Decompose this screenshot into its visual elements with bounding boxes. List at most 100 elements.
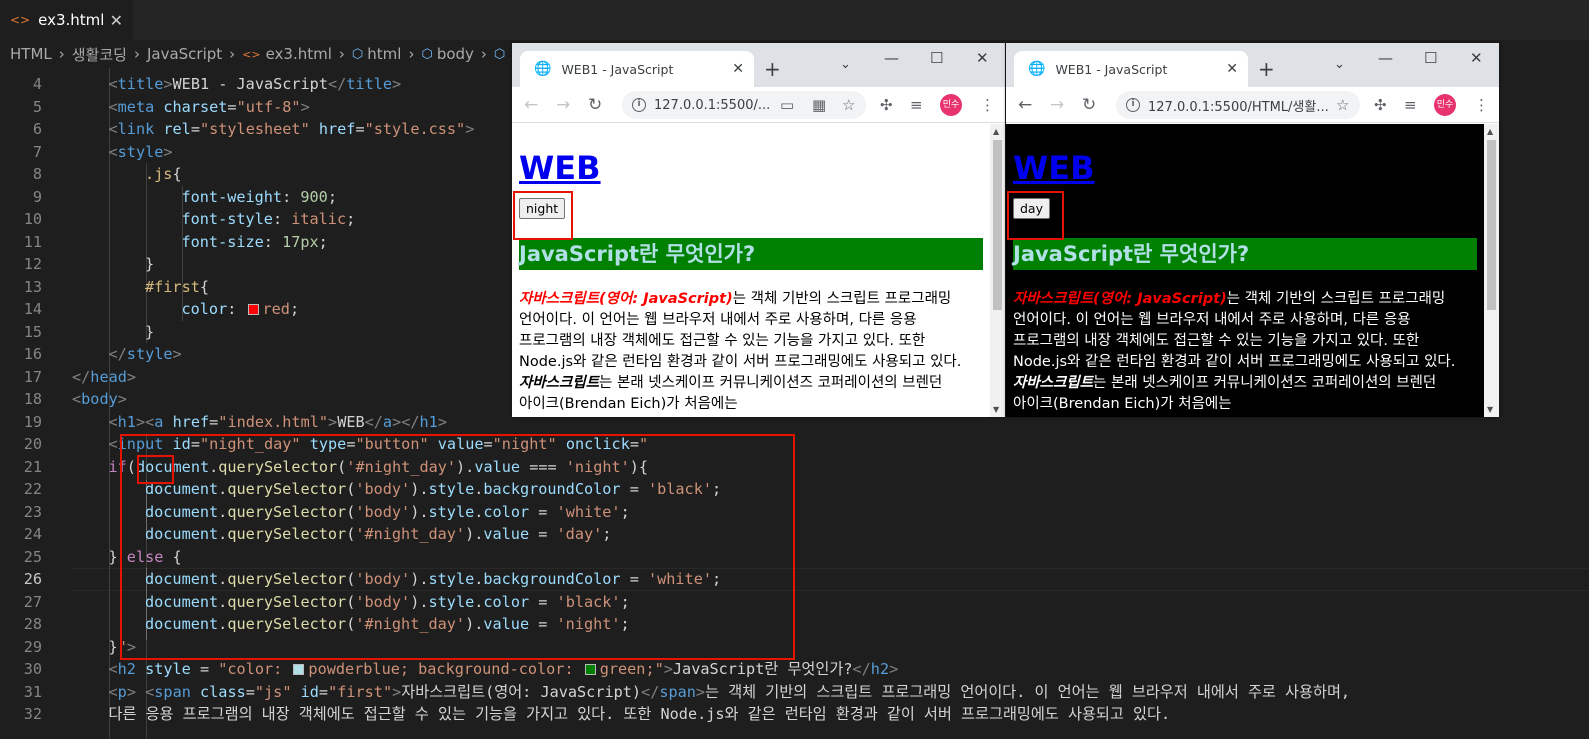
browser-tab[interactable]: 🌐 WEB1 - JavaScript ✕ bbox=[1014, 51, 1248, 87]
reading-list-icon[interactable]: ≡ bbox=[1404, 96, 1417, 114]
editor-tab-ex3[interactable]: <> ex3.html ✕ bbox=[0, 0, 133, 40]
chevron-right-icon: › bbox=[229, 45, 236, 63]
breadcrumb-item-html[interactable]: html bbox=[367, 45, 401, 63]
code-token: ; bbox=[289, 300, 300, 318]
code-token: = bbox=[318, 682, 329, 701]
paragraph-js-bold: 자바스크립트 bbox=[1013, 375, 1094, 391]
new-tab-icon[interactable]: + bbox=[1258, 57, 1275, 81]
cube-icon: ⬡ bbox=[421, 46, 433, 62]
avatar[interactable]: 민수 bbox=[940, 94, 962, 116]
back-icon[interactable]: ← bbox=[524, 95, 538, 115]
line-number: 13 bbox=[23, 277, 42, 296]
back-icon[interactable]: ← bbox=[1018, 95, 1032, 115]
code-text: .js{ bbox=[145, 163, 182, 186]
code-token: h1 bbox=[419, 412, 438, 431]
code-token: </ bbox=[852, 660, 871, 678]
code-token: </ bbox=[108, 345, 127, 363]
avatar[interactable]: 민수 bbox=[1434, 94, 1456, 116]
code-text: color: red; bbox=[182, 298, 300, 321]
forward-icon[interactable]: → bbox=[556, 95, 570, 115]
color-swatch[interactable] bbox=[293, 664, 305, 675]
minimize-icon[interactable]: — bbox=[1378, 49, 1393, 67]
menu-kebab-icon[interactable]: ⋮ bbox=[1474, 96, 1489, 114]
maximize-icon[interactable]: ☐ bbox=[1424, 49, 1437, 67]
line-number: 20 bbox=[23, 435, 42, 453]
close-icon[interactable]: ✕ bbox=[110, 11, 123, 30]
close-window-icon[interactable]: ✕ bbox=[976, 49, 989, 67]
breadcrumb-item-file[interactable]: ex3.html bbox=[266, 45, 332, 63]
code-token: > bbox=[126, 367, 137, 386]
code-token: > bbox=[328, 412, 338, 431]
color-swatch[interactable] bbox=[247, 304, 259, 315]
color-swatch[interactable] bbox=[584, 664, 596, 675]
bookmark-star-icon[interactable]: ☆ bbox=[842, 96, 855, 114]
scroll-down-icon[interactable]: ▼ bbox=[993, 405, 999, 414]
code-token: </ bbox=[641, 682, 660, 701]
scroll-up-icon[interactable]: ▲ bbox=[993, 127, 999, 136]
browser-tab[interactable]: 🌐 WEB1 - JavaScript ✕ bbox=[520, 51, 754, 87]
breadcrumb-item-body[interactable]: body bbox=[437, 45, 474, 63]
browser-tab-strip: 🌐 WEB1 - JavaScript ✕ + ⌄ — ☐ ✕ bbox=[512, 43, 1005, 87]
breadcrumb-item-js-folder[interactable]: JavaScript bbox=[147, 45, 222, 63]
cast-icon[interactable]: ▭ bbox=[780, 96, 794, 114]
forward-icon[interactable]: → bbox=[1050, 95, 1064, 115]
code-text: <body> bbox=[72, 388, 127, 411]
close-icon[interactable]: ✕ bbox=[1226, 61, 1238, 77]
scroll-down-icon[interactable]: ▼ bbox=[1487, 405, 1493, 414]
address-bar[interactable]: i 127.0.0.1:5500/... bbox=[622, 91, 866, 119]
tab-search-icon[interactable]: ⌄ bbox=[1334, 57, 1345, 72]
code-token: < bbox=[145, 682, 155, 701]
code-token: > bbox=[465, 120, 475, 138]
menu-kebab-icon[interactable]: ⋮ bbox=[980, 96, 995, 114]
info-icon[interactable]: i bbox=[632, 98, 646, 112]
code-token: WEB1 - JavaScript bbox=[172, 75, 328, 93]
line-number: 25 bbox=[23, 547, 42, 566]
line-number: 6 bbox=[32, 120, 42, 138]
extensions-icon[interactable]: ✣ bbox=[880, 96, 893, 114]
code-token: "color: bbox=[218, 660, 292, 678]
maximize-icon[interactable]: ☐ bbox=[930, 49, 943, 67]
scrollbar[interactable]: ▲ ▼ bbox=[990, 124, 1005, 417]
heading-link[interactable]: WEB bbox=[1013, 149, 1095, 187]
tab-search-icon[interactable]: ⌄ bbox=[840, 57, 851, 72]
close-window-icon[interactable]: ✕ bbox=[1470, 49, 1483, 67]
code-token: .js bbox=[145, 165, 173, 183]
breadcrumb-item-html-folder[interactable]: HTML bbox=[10, 45, 52, 63]
html-file-icon: <> bbox=[10, 13, 31, 27]
code-token: ; bbox=[327, 187, 337, 206]
address-bar[interactable]: i 127.0.0.1:5500/HTML/생활... bbox=[1116, 91, 1360, 119]
cube-icon: ⬡ bbox=[493, 46, 506, 62]
code-token: > bbox=[889, 660, 899, 678]
breadcrumb-item-folder[interactable]: 생활코딩 bbox=[72, 44, 127, 65]
code-token: powderblue; background-color: bbox=[308, 660, 583, 678]
code-token: green;" bbox=[599, 660, 664, 678]
code-token: "index.html" bbox=[218, 412, 329, 431]
code-token: : bbox=[272, 210, 292, 228]
scrollbar-thumb[interactable] bbox=[993, 140, 1002, 310]
scroll-up-icon[interactable]: ▲ bbox=[1487, 127, 1493, 136]
reload-icon[interactable]: ↻ bbox=[588, 95, 602, 115]
qr-icon[interactable]: ▦ bbox=[812, 96, 826, 114]
heading-link[interactable]: WEB bbox=[519, 149, 601, 187]
code-line: 30 <h2 style = "color: powderblue; backgr… bbox=[0, 658, 1589, 681]
globe-icon: 🌐 bbox=[534, 61, 552, 77]
info-icon[interactable]: i bbox=[1126, 98, 1140, 112]
reading-list-icon[interactable]: ≡ bbox=[910, 96, 923, 114]
reload-icon[interactable]: ↻ bbox=[1082, 95, 1096, 115]
scrollbar-thumb[interactable] bbox=[1487, 140, 1496, 310]
new-tab-icon[interactable]: + bbox=[764, 57, 781, 81]
chevron-right-icon: › bbox=[58, 45, 65, 63]
code-token: font-style bbox=[181, 210, 273, 228]
code-token: > bbox=[172, 345, 182, 363]
close-icon[interactable]: ✕ bbox=[732, 61, 744, 77]
minimize-icon[interactable]: — bbox=[884, 49, 899, 67]
line-number: 10 bbox=[23, 210, 42, 228]
bookmark-star-icon[interactable]: ☆ bbox=[1336, 96, 1349, 114]
code-text: </style> bbox=[109, 343, 182, 366]
browser-window-light: 🌐 WEB1 - JavaScript ✕ + ⌄ — ☐ ✕ ← → ↻ i … bbox=[512, 43, 1005, 417]
code-text: <h1><a href="index.html">WEB</a></h1> bbox=[109, 411, 447, 434]
scrollbar[interactable]: ▲ ▼ bbox=[1484, 124, 1499, 417]
extensions-icon[interactable]: ✣ bbox=[1374, 96, 1387, 114]
